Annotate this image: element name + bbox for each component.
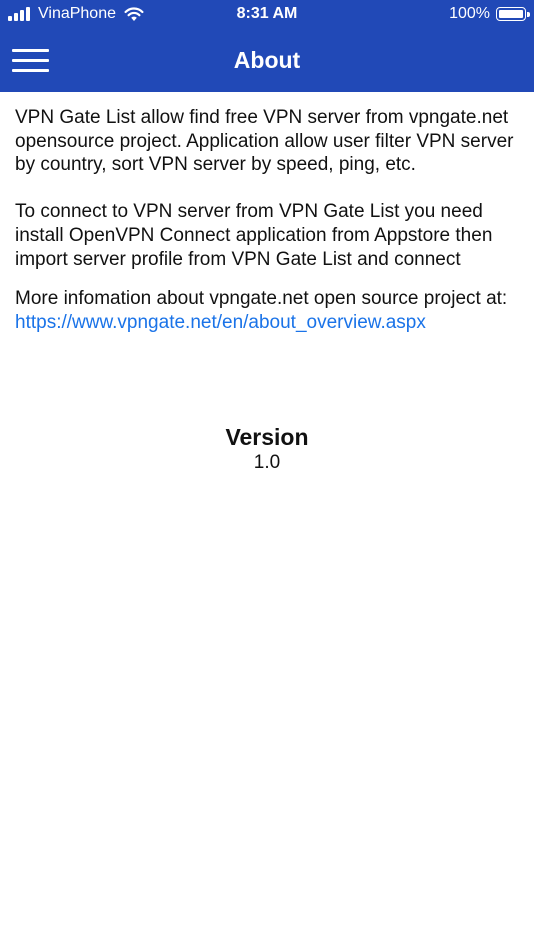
instructions-paragraph: To connect to VPN server from VPN Gate L…	[15, 201, 493, 270]
more-info-paragraph: More infomation about vpngate.net open s…	[15, 288, 508, 310]
vpngate-about-link[interactable]: https://www.vpngate.net/en/about_overvie…	[15, 311, 520, 335]
description-paragraph: VPN Gate List allow find free VPN server…	[15, 107, 514, 176]
status-bar: VinaPhone 8:31 AM 100%	[0, 0, 534, 30]
version-section: Version 1.0	[0, 423, 534, 475]
version-value: 1.0	[253, 452, 281, 473]
version-label: Version	[225, 424, 309, 450]
battery-icon	[496, 7, 530, 21]
page-title: About	[233, 47, 301, 73]
about-content: VPN Gate List allow find free VPN server…	[15, 106, 520, 334]
status-right: 100%	[449, 5, 530, 23]
app-header: VinaPhone 8:31 AM 100% About	[0, 0, 534, 92]
battery-percentage: 100%	[449, 5, 490, 22]
